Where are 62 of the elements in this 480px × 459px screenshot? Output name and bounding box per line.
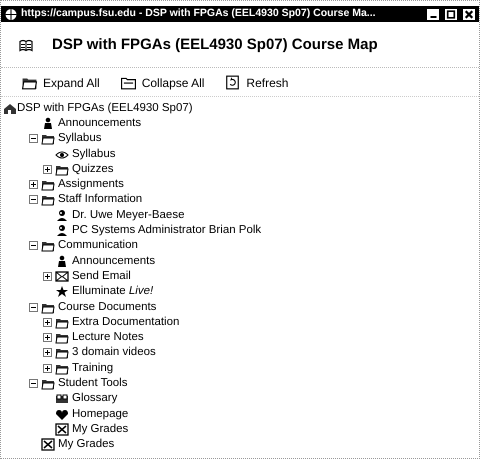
tree-item[interactable]: PC Systems Administrator Brian Polk [72,223,262,238]
close-icon [463,8,475,20]
tree-item[interactable]: Syllabus [72,146,116,162]
tree-item[interactable]: Elluminate Live! [72,284,154,300]
collapse-toggle[interactable] [29,134,38,144]
tree-item[interactable]: Syllabus [58,131,102,146]
folder-icon [120,75,137,90]
tree-item[interactable]: Extra Documentation [72,314,180,330]
expand-toggle[interactable] [29,180,38,190]
tree-item[interactable]: Lecture Notes [72,330,144,346]
tree-item[interactable]: Send Email [72,268,131,284]
house-icon [3,102,17,115]
tree-item[interactable]: DSP with FPGAs (EEL4930 Sp07) [17,100,193,116]
expand-toggle[interactable] [43,364,52,373]
folder-icon [41,132,55,146]
folder-icon [55,346,69,360]
tree-item[interactable]: Student Tools [58,376,128,391]
window-title: https://campus.fsu.edu - DSP with FPGAs (EEL4930 Sp07) Course Ma... [21,6,377,22]
collapse-toggle[interactable] [29,195,38,204]
expand-toggle[interactable] [43,348,52,358]
minimize-icon [430,16,436,18]
maximize-icon [445,8,457,20]
heart-icon [55,408,69,421]
star-icon [55,285,69,298]
tree-item[interactable]: My Grades [72,422,128,437]
envelope-icon [55,270,69,283]
expand-toggle[interactable] [43,318,52,327]
folder-icon [55,331,69,344]
tree-item[interactable]: 3 domain videos [72,345,156,360]
minimize-button[interactable] [426,8,440,20]
page-heading: DSP with FPGAs (EEL4930 Sp07) Course Map [52,35,378,55]
tree-item[interactable]: Quizzes [72,162,114,177]
toolbar-button[interactable]: Expand All [21,74,100,92]
expand-toggle[interactable] [43,272,52,281]
tree-item[interactable]: My Grades [58,437,114,452]
maximize-button[interactable] [444,8,458,20]
tree-item[interactable]: Staff Information [58,192,142,208]
close-button[interactable] [462,8,476,20]
tree-item[interactable]: Course Documents [58,300,156,314]
folder-icon [41,239,55,252]
person-icon [55,254,69,268]
collapse-toggle[interactable] [29,378,38,388]
person-icon [55,224,69,238]
tree-item[interactable]: Homepage [72,406,128,422]
tree-item[interactable]: Announcements [72,254,156,269]
tree-item[interactable]: Training [72,360,114,376]
collapse-toggle[interactable] [29,302,38,312]
expand-toggle[interactable] [43,164,52,174]
expand-toggle[interactable] [43,333,52,342]
folder-icon [41,193,55,206]
tree-item[interactable]: Dr. Uwe Meyer-Baese [72,208,184,223]
person-icon [55,208,69,222]
person-icon [41,116,55,130]
refresh-icon [224,75,242,90]
tree-item[interactable]: Communication [58,238,138,254]
collapse-toggle[interactable] [29,241,38,250]
folder-icon [41,178,55,192]
toolbar-button[interactable]: Refresh [224,74,288,92]
tree-item[interactable]: Announcements [58,116,142,131]
toolbar-button[interactable]: Collapse All [120,74,204,92]
tree-item[interactable]: Glossary [72,391,118,406]
tree-item[interactable]: Assignments [58,177,124,192]
